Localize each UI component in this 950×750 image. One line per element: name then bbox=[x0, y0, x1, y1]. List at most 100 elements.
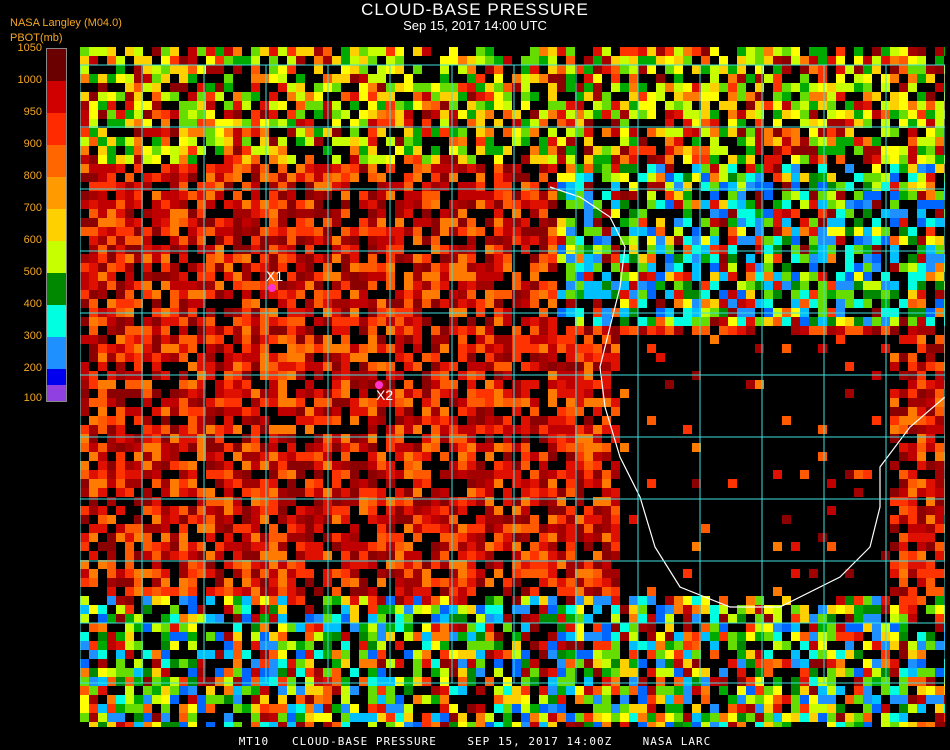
cloud-pixel bbox=[143, 569, 152, 578]
cloud-pixel bbox=[107, 497, 116, 506]
cloud-pixel bbox=[836, 182, 845, 191]
cloud-pixel bbox=[278, 614, 287, 623]
cloud-pixel bbox=[584, 632, 593, 641]
cloud-pixel bbox=[719, 677, 728, 686]
cloud-pixel bbox=[737, 299, 746, 308]
cloud-pixel bbox=[143, 452, 152, 461]
cloud-pixel bbox=[80, 596, 89, 605]
cloud-pixel bbox=[935, 245, 944, 254]
cloud-pixel bbox=[782, 344, 791, 353]
cloud-pixel bbox=[584, 425, 593, 434]
cloud-pixel bbox=[431, 434, 440, 443]
cloud-pixel bbox=[314, 398, 323, 407]
cloud-pixel bbox=[413, 425, 422, 434]
cloud-pixel bbox=[449, 569, 458, 578]
cloud-pixel bbox=[917, 65, 926, 74]
cloud-pixel bbox=[89, 551, 98, 560]
cloud-pixel bbox=[215, 443, 224, 452]
cloud-pixel bbox=[170, 83, 179, 92]
satellite-map[interactable] bbox=[79, 47, 950, 731]
cloud-pixel bbox=[566, 659, 575, 668]
cloud-pixel bbox=[791, 227, 800, 236]
cloud-pixel bbox=[926, 461, 935, 470]
cloud-pixel bbox=[440, 470, 449, 479]
cloud-pixel bbox=[449, 101, 458, 110]
cloud-pixel bbox=[593, 317, 602, 326]
cloud-pixel bbox=[224, 218, 233, 227]
cloud-pixel bbox=[593, 443, 602, 452]
cloud-pixel bbox=[314, 524, 323, 533]
cloud-pixel bbox=[143, 209, 152, 218]
cloud-pixel bbox=[188, 704, 197, 713]
cloud-pixel bbox=[899, 65, 908, 74]
cloud-pixel bbox=[107, 101, 116, 110]
cloud-pixel bbox=[323, 713, 332, 722]
cloud-pixel bbox=[899, 668, 908, 677]
cloud-pixel bbox=[161, 398, 170, 407]
cloud-pixel bbox=[125, 551, 134, 560]
cloud-pixel bbox=[440, 488, 449, 497]
cloud-pixel bbox=[359, 587, 368, 596]
cloud-pixel bbox=[305, 515, 314, 524]
cloud-pixel bbox=[584, 524, 593, 533]
cloud-pixel bbox=[899, 704, 908, 713]
cloud-pixel bbox=[494, 470, 503, 479]
cloud-pixel bbox=[620, 191, 629, 200]
cloud-pixel bbox=[368, 623, 377, 632]
cloud-pixel bbox=[800, 704, 809, 713]
cloud-pixel bbox=[251, 425, 260, 434]
cloud-pixel bbox=[629, 110, 638, 119]
cloud-pixel bbox=[566, 488, 575, 497]
cloud-pixel bbox=[98, 488, 107, 497]
cloud-pixel bbox=[395, 704, 404, 713]
cloud-pixel bbox=[89, 524, 98, 533]
cloud-pixel bbox=[584, 398, 593, 407]
cloud-pixel bbox=[161, 128, 170, 137]
cloud-pixel bbox=[746, 695, 755, 704]
cloud-pixel bbox=[413, 344, 422, 353]
cloud-pixel bbox=[224, 236, 233, 245]
cloud-pixel bbox=[107, 551, 116, 560]
cloud-pixel bbox=[404, 506, 413, 515]
cloud-pixel bbox=[395, 254, 404, 263]
cloud-pixel bbox=[521, 299, 530, 308]
cloud-pixel bbox=[899, 695, 908, 704]
cloud-pixel bbox=[638, 623, 647, 632]
cloud-pixel bbox=[908, 506, 917, 515]
cloud-pixel bbox=[440, 299, 449, 308]
cloud-pixel bbox=[908, 137, 917, 146]
cloud-pixel bbox=[368, 164, 377, 173]
cloud-pixel bbox=[341, 650, 350, 659]
cloud-pixel bbox=[710, 299, 719, 308]
cloud-pixel bbox=[701, 47, 710, 56]
cloud-pixel bbox=[80, 146, 89, 155]
cloud-pixel bbox=[899, 542, 908, 551]
cloud-pixel bbox=[341, 659, 350, 668]
cloud-pixel bbox=[449, 587, 458, 596]
cloud-pixel bbox=[404, 155, 413, 164]
cloud-pixel bbox=[548, 416, 557, 425]
cloud-pixel bbox=[431, 92, 440, 101]
cloud-pixel bbox=[458, 686, 467, 695]
cloud-pixel bbox=[512, 506, 521, 515]
cloud-pixel bbox=[215, 326, 224, 335]
cloud-pixel bbox=[125, 299, 134, 308]
cloud-pixel bbox=[755, 110, 764, 119]
cloud-pixel bbox=[89, 479, 98, 488]
cloud-pixel bbox=[863, 686, 872, 695]
cloud-pixel bbox=[179, 524, 188, 533]
cloud-pixel bbox=[485, 110, 494, 119]
cloud-pixel bbox=[422, 623, 431, 632]
cloud-pixel bbox=[899, 596, 908, 605]
cloud-pixel bbox=[512, 335, 521, 344]
cloud-pixel bbox=[89, 416, 98, 425]
cloud-pixel bbox=[656, 218, 665, 227]
cloud-pixel bbox=[224, 461, 233, 470]
cloud-pixel bbox=[197, 263, 206, 272]
cloud-pixel bbox=[521, 191, 530, 200]
cloud-pixel bbox=[305, 245, 314, 254]
cloud-pixel bbox=[314, 542, 323, 551]
cloud-pixel bbox=[827, 542, 836, 551]
cloud-pixel bbox=[818, 65, 827, 74]
cloud-pixel bbox=[332, 245, 341, 254]
